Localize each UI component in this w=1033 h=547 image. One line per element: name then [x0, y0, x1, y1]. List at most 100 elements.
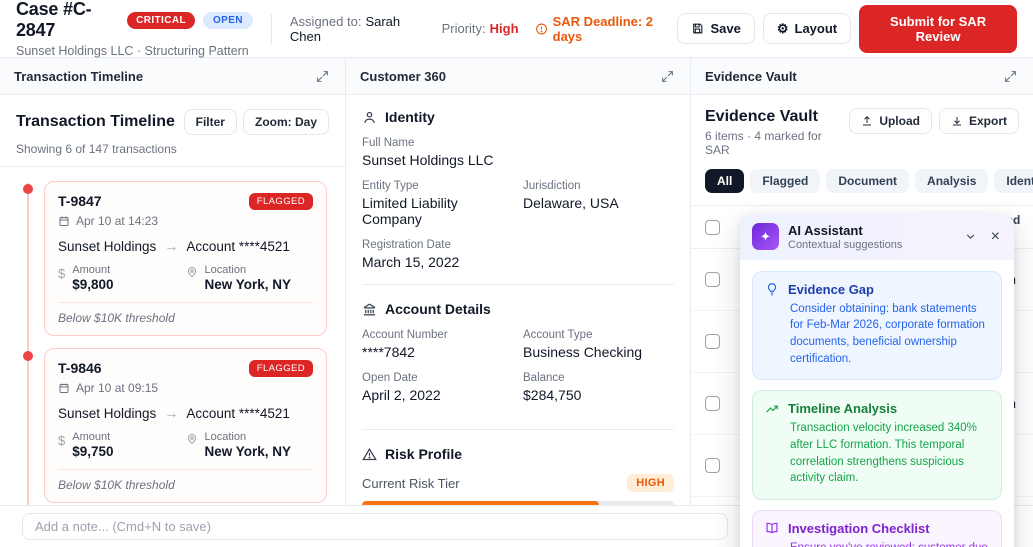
expand-icon: [317, 70, 328, 82]
customer-panel-header: Customer 360: [346, 58, 690, 95]
header-divider: [270, 13, 272, 44]
ai-card-investigation-checklist[interactable]: Investigation Checklist Ensure you've re…: [752, 509, 1002, 547]
ai-assistant-title: AI Assistant: [788, 223, 863, 238]
jurisdiction-field: Jurisdiction Delaware, USA: [523, 180, 619, 211]
timeline-heading: Transaction Timeline: [16, 113, 175, 130]
case-management-app: Case #C-2847 CRITICAL OPEN Sunset Holdin…: [0, 0, 1033, 547]
note-input[interactable]: [22, 513, 728, 540]
account-number-field: Account Number ****7842: [362, 329, 448, 360]
bank-icon: [363, 302, 376, 315]
warning-triangle-icon: [362, 447, 377, 460]
dollar-icon: $: [58, 433, 66, 448]
layout-button[interactable]: ⚙ Layout: [762, 13, 852, 44]
transaction-datetime: Apr 10 at 09:15: [76, 381, 159, 395]
alert-circle-icon: [535, 23, 547, 34]
timeline-line: [27, 183, 29, 505]
priority-label: Priority:: [441, 21, 486, 36]
row-checkbox[interactable]: [705, 334, 720, 349]
filter-button[interactable]: Filter: [183, 109, 237, 135]
amount-label: Amount: [72, 431, 111, 443]
balance-field: Balance $284,750: [523, 372, 582, 403]
timeline-expand-button[interactable]: [314, 68, 331, 85]
layout-label: Layout: [794, 21, 838, 36]
row-checkbox[interactable]: [705, 272, 720, 287]
risk-tier-badge: HIGH: [627, 474, 674, 492]
ai-assistant-popup: ✦ AI Assistant Contextual suggestions × …: [740, 214, 1014, 547]
risk-tier-label: Current Risk Tier: [362, 475, 460, 491]
flagged-badge: FLAGGED: [248, 193, 313, 210]
save-button[interactable]: Save: [677, 13, 755, 44]
location-pin-icon: [187, 267, 196, 278]
expand-icon: [662, 70, 673, 82]
transaction-timeline-panel: Transaction Timeline Transaction Timelin…: [0, 58, 345, 505]
identity-section-title: Identity: [362, 109, 674, 125]
filter-tab-all[interactable]: All: [705, 169, 745, 193]
registration-date-field: Registration Date March 15, 2022: [362, 239, 460, 270]
ai-collapse-button[interactable]: [962, 228, 979, 245]
ai-suggestions-list: Evidence Gap Consider obtaining: bank st…: [740, 260, 1014, 547]
transaction-source: Sunset Holdings: [58, 238, 157, 254]
customer-360-panel: Customer 360 Identity Full Name Sunset H…: [345, 58, 690, 505]
account-type-field: Account Type Business Checking: [523, 329, 643, 360]
flagged-badge: FLAGGED: [248, 360, 313, 377]
section-divider: [362, 429, 674, 430]
ai-card-evidence-gap[interactable]: Evidence Gap Consider obtaining: bank st…: [752, 270, 1002, 381]
case-title-block: Case #C-2847 CRITICAL OPEN Sunset Holdin…: [16, 0, 253, 58]
open-badge: OPEN: [202, 11, 253, 29]
upload-button[interactable]: Upload: [849, 108, 932, 134]
critical-badge: CRITICAL: [127, 11, 195, 29]
evidence-heading: Evidence Vault: [705, 108, 818, 125]
case-meta: Assigned to: Sarah Chen Priority: High SAR…: [290, 14, 678, 44]
filter-tab-flagged[interactable]: Flagged: [750, 169, 821, 193]
filter-tab-document[interactable]: Document: [826, 169, 910, 193]
row-checkbox[interactable]: [705, 396, 720, 411]
filter-tab-identity[interactable]: Identity: [994, 169, 1033, 193]
evidence-toolbar: Evidence Vault 6 items · 4 marked for SA…: [691, 95, 1033, 193]
ai-close-button[interactable]: ×: [989, 227, 1002, 247]
zoom-day-button[interactable]: Zoom: Day: [242, 109, 329, 135]
timeline-panel-header: Transaction Timeline: [0, 58, 345, 95]
upload-icon: [863, 116, 872, 126]
risk-section-title: Risk Profile: [362, 446, 674, 462]
transaction-id: T-9846: [58, 360, 102, 376]
timeline-count: Showing 6 of 147 transactions: [16, 142, 177, 156]
open-date-field: Open Date April 2, 2022: [362, 372, 441, 403]
card-divider: [58, 469, 313, 470]
submit-sar-button[interactable]: Submit for SAR Review: [859, 4, 1017, 53]
row-checkbox[interactable]: [705, 458, 720, 473]
calendar-icon: [59, 383, 69, 393]
timeline-panel-title: Transaction Timeline: [14, 68, 144, 84]
customer-panel-body: Identity Full Name Sunset Holdings LLC E…: [346, 95, 690, 505]
ai-assistant-subtitle: Contextual suggestions: [788, 238, 903, 251]
amount-value: $9,800: [72, 277, 114, 292]
download-icon: [952, 117, 961, 126]
lightbulb-icon: [767, 283, 777, 296]
timeline-dot: [23, 351, 33, 361]
export-button[interactable]: Export: [938, 108, 1019, 134]
transaction-destination: Account ****4521: [186, 238, 290, 254]
evidence-filters: All Flagged Document Analysis Identity: [705, 169, 1033, 193]
sar-deadline: SAR Deadline: 2 days: [535, 14, 678, 44]
save-icon: [693, 23, 703, 34]
select-all-checkbox[interactable]: [705, 219, 720, 235]
submit-label: Submit for SAR Review: [890, 13, 987, 44]
gear-icon: ⚙: [776, 21, 789, 36]
transaction-card[interactable]: T-9846 FLAGGED Apr 10 at 09:15 Sunset Ho…: [23, 348, 327, 503]
save-label: Save: [710, 21, 741, 36]
trend-up-icon: [766, 405, 778, 413]
card-divider: [58, 302, 313, 303]
ai-card-timeline-analysis[interactable]: Timeline Analysis Transaction velocity i…: [752, 390, 1002, 500]
transaction-card[interactable]: T-9847 FLAGGED Apr 10 at 14:23 Sunset Ho…: [23, 181, 327, 336]
location-value: New York, NY: [204, 444, 292, 459]
timeline-toolbar: Transaction Timeline Filter Zoom: Day Sh…: [0, 95, 345, 167]
filter-tab-analysis[interactable]: Analysis: [915, 169, 989, 193]
transaction-datetime: Apr 10 at 14:23: [76, 214, 159, 228]
customer-expand-button[interactable]: [659, 68, 676, 85]
timeline-dot: [23, 184, 33, 194]
evidence-expand-button[interactable]: [1002, 68, 1019, 85]
case-header: Case #C-2847 CRITICAL OPEN Sunset Holdin…: [0, 0, 1033, 58]
dollar-icon: $: [58, 266, 66, 281]
deadline-text: SAR Deadline: 2 days: [552, 13, 654, 44]
ai-sparkles-icon: ✦: [752, 223, 779, 251]
location-pin-icon: [187, 434, 196, 445]
